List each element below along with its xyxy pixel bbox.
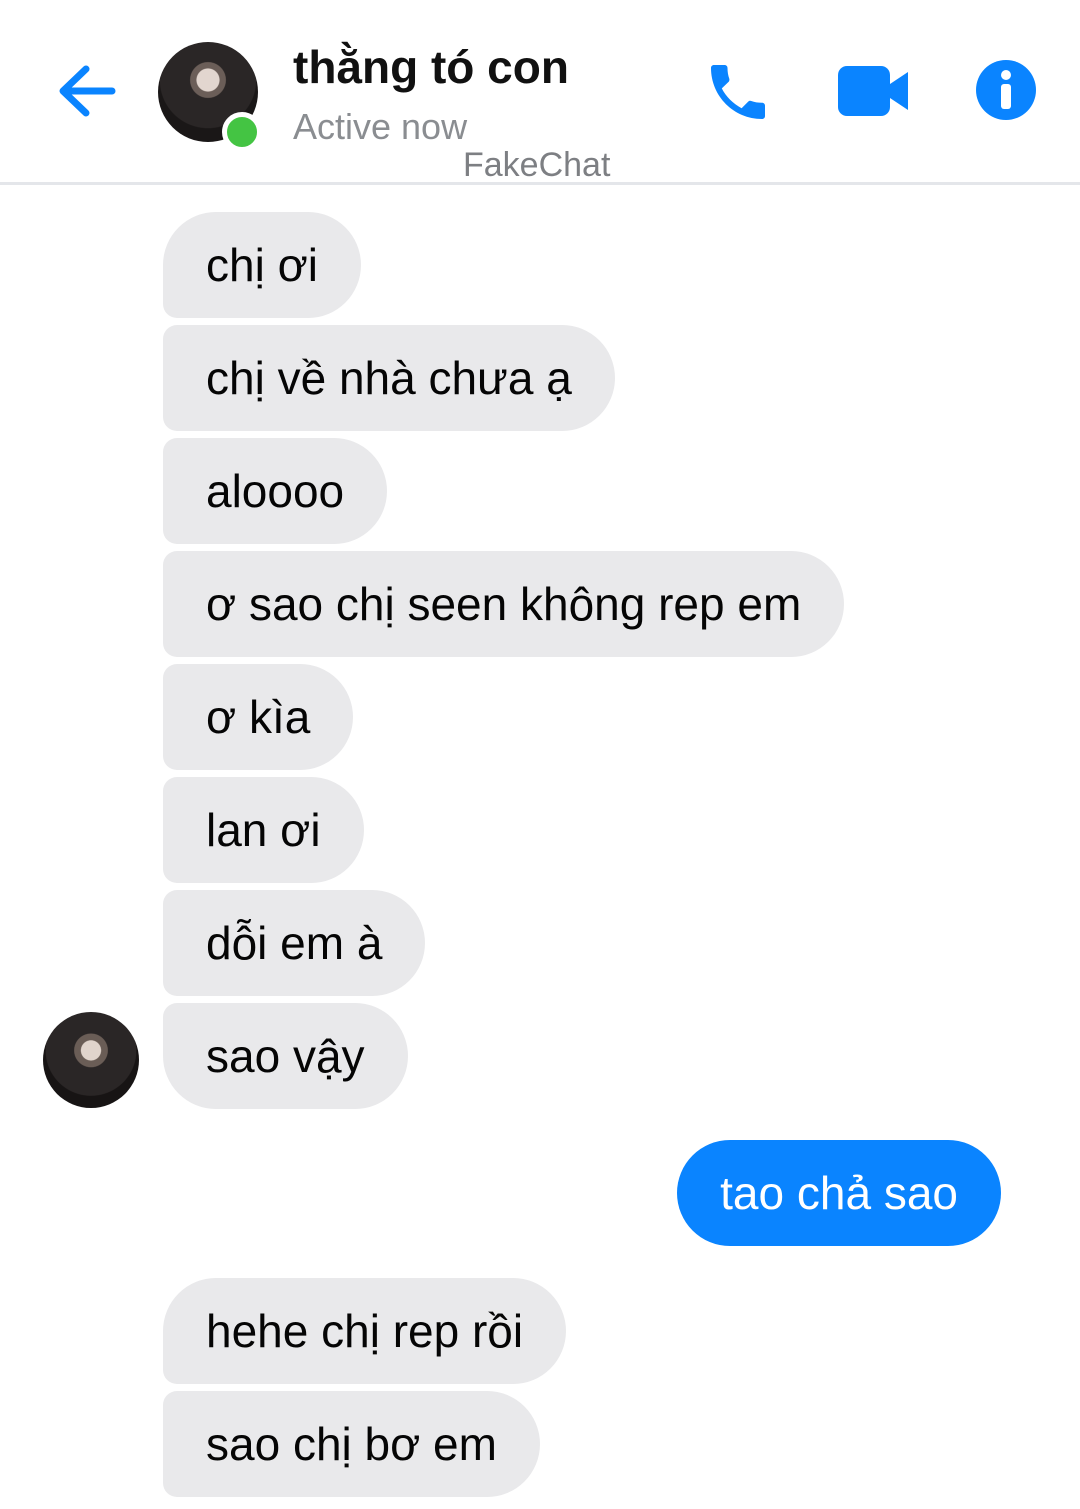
chat-header: thằng tó con Active now FakeChat — [0, 0, 1080, 185]
incoming-message[interactable]: sao chị bơ em — [163, 1391, 540, 1497]
incoming-message[interactable]: chị ơi — [163, 212, 361, 318]
online-status-dot — [222, 112, 262, 152]
incoming-message[interactable]: aloooo — [163, 438, 388, 544]
outgoing-message[interactable]: tao chả sao — [677, 1140, 1001, 1246]
watermark: FakeChat — [463, 146, 611, 184]
info-icon — [976, 60, 1036, 120]
incoming-message[interactable]: ơ kìa — [163, 664, 354, 770]
voice-call-button[interactable] — [702, 56, 774, 128]
contact-name[interactable]: thằng tó con — [293, 40, 569, 94]
back-button[interactable] — [50, 55, 126, 127]
active-status: Active now — [293, 106, 468, 147]
chat-screen: thằng tó con Active now FakeChat chị ơi … — [0, 0, 1080, 1509]
incoming-message[interactable]: sao vậy — [163, 1003, 408, 1109]
incoming-message[interactable]: lan ơi — [163, 777, 364, 883]
incoming-message[interactable]: chị về nhà chưa ạ — [163, 325, 615, 431]
video-call-button[interactable] — [834, 60, 912, 122]
incoming-message[interactable]: dỗi em à — [163, 890, 426, 996]
arrow-left-icon — [59, 65, 116, 117]
incoming-message[interactable]: hehe chị rep rồi — [163, 1278, 567, 1384]
incoming-message[interactable]: ơ sao chị seen không rep em — [163, 551, 845, 657]
video-camera-icon — [838, 66, 908, 116]
phone-icon — [711, 65, 765, 119]
conversation-info-button[interactable] — [974, 58, 1038, 122]
sender-avatar[interactable] — [43, 1012, 139, 1108]
